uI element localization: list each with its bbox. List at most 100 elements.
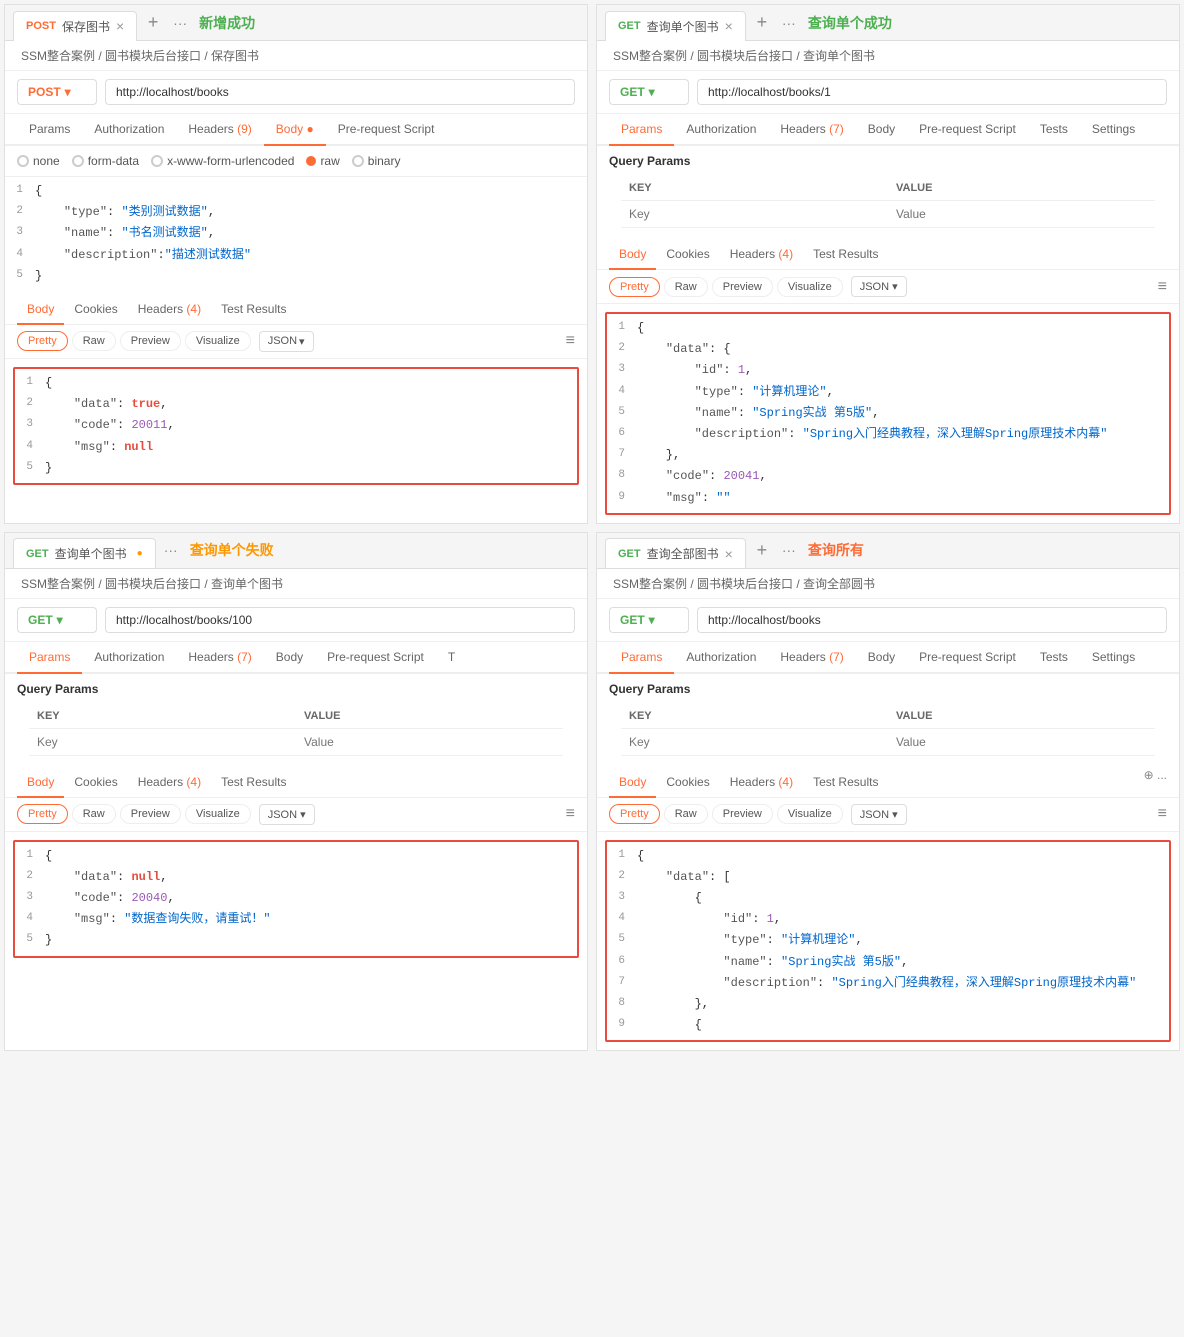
nav-tab-body-tl[interactable]: Body ● [264, 114, 326, 146]
nav-tab-params-br[interactable]: Params [609, 642, 674, 674]
more-tabs-button-br[interactable]: ··· [782, 542, 796, 558]
tab-method-post: POST [26, 20, 56, 32]
fmt-raw-bl[interactable]: Raw [72, 804, 116, 824]
key-input-bl[interactable] [37, 735, 288, 749]
val-input-bl[interactable] [304, 735, 555, 749]
nav-tab-params-tl[interactable]: Params [17, 114, 82, 146]
resp-tab-headers-br[interactable]: Headers (4) [720, 768, 803, 798]
nav-tab-settings-br[interactable]: Settings [1080, 642, 1147, 674]
resp-tab-cookies-tr[interactable]: Cookies [656, 240, 719, 270]
url-input-tr[interactable] [697, 79, 1167, 105]
nav-tab-auth-br[interactable]: Authorization [674, 642, 768, 674]
fmt-pretty-br[interactable]: Pretty [609, 804, 660, 824]
fmt-type-tl[interactable]: JSON ▾ [259, 331, 314, 352]
fmt-raw-tr[interactable]: Raw [664, 277, 708, 297]
fmt-pretty-tl[interactable]: Pretty [17, 331, 68, 351]
tab-get-book-bl[interactable]: GET 查询单个图书 ● [13, 538, 156, 568]
resp-tab-headers-bl[interactable]: Headers (4) [128, 768, 211, 798]
option-form-data[interactable]: form-data [72, 154, 139, 168]
resp-tab-body-tl[interactable]: Body [17, 295, 64, 325]
nav-tab-prereq-tl[interactable]: Pre-request Script [326, 114, 447, 146]
nav-tab-settings-tr[interactable]: Settings [1080, 114, 1147, 146]
format-icon-br[interactable]: ≡ [1158, 805, 1167, 823]
nav-tab-auth-tl[interactable]: Authorization [82, 114, 176, 146]
format-icon-tr[interactable]: ≡ [1158, 278, 1167, 296]
nav-tab-params-tr[interactable]: Params [609, 114, 674, 146]
nav-tab-tests-tr[interactable]: Tests [1028, 114, 1080, 146]
nav-tab-body-bl[interactable]: Body [264, 642, 315, 674]
nav-tab-prereq-bl[interactable]: Pre-request Script [315, 642, 436, 674]
resp-tab-headers-tr[interactable]: Headers (4) [720, 240, 803, 270]
nav-tab-headers-tl[interactable]: Headers (9) [176, 114, 263, 146]
more-tabs-button-tr[interactable]: ··· [782, 15, 796, 31]
resp-tab-body-br[interactable]: Body [609, 768, 656, 798]
nav-tab-body-br[interactable]: Body [856, 642, 907, 674]
method-select-tr[interactable]: GET ▾ [609, 79, 689, 105]
method-select-tl[interactable]: POST ▾ [17, 79, 97, 105]
fmt-type-tr[interactable]: JSON ▾ [851, 276, 907, 297]
fmt-type-br[interactable]: JSON ▾ [851, 804, 907, 825]
nav-tab-params-bl[interactable]: Params [17, 642, 82, 674]
nav-tab-headers-bl[interactable]: Headers (7) [176, 642, 263, 674]
key-input-tr[interactable] [629, 207, 880, 221]
resp-tab-tests-br[interactable]: Test Results [803, 768, 888, 798]
fmt-visualize-tl[interactable]: Visualize [185, 331, 251, 351]
resp-line: 4 "msg": null [15, 437, 577, 458]
key-input-br[interactable] [629, 735, 880, 749]
close-icon-tr[interactable]: × [725, 18, 733, 34]
url-input-br[interactable] [697, 607, 1167, 633]
resp-tab-cookies-tl[interactable]: Cookies [64, 295, 127, 325]
close-icon[interactable]: × [116, 18, 124, 34]
add-tab-button[interactable]: + [141, 11, 165, 35]
resp-tab-headers-tl[interactable]: Headers (4) [128, 295, 211, 325]
method-select-bl[interactable]: GET ▾ [17, 607, 97, 633]
resp-tab-body-bl[interactable]: Body [17, 768, 64, 798]
nav-tab-prereq-br[interactable]: Pre-request Script [907, 642, 1028, 674]
nav-tab-body-tr[interactable]: Body [856, 114, 907, 146]
fmt-visualize-br[interactable]: Visualize [777, 804, 843, 824]
format-icon-tl[interactable]: ≡ [566, 332, 575, 350]
fmt-preview-br[interactable]: Preview [712, 804, 773, 824]
resp-tab-cookies-bl[interactable]: Cookies [64, 768, 127, 798]
add-tab-button-br[interactable]: + [750, 538, 774, 562]
nav-tab-prereq-tr[interactable]: Pre-request Script [907, 114, 1028, 146]
option-raw[interactable]: raw [306, 154, 339, 168]
tab-get-all-books-br[interactable]: GET 查询全部图书 × [605, 538, 746, 568]
nav-tab-auth-bl[interactable]: Authorization [82, 642, 176, 674]
url-input-tl[interactable] [105, 79, 575, 105]
resp-tab-tests-bl[interactable]: Test Results [211, 768, 296, 798]
close-icon-br[interactable]: × [725, 546, 733, 562]
resp-tab-body-tr[interactable]: Body [609, 240, 656, 270]
more-tabs-button-bl[interactable]: ··· [164, 542, 178, 558]
fmt-pretty-tr[interactable]: Pretty [609, 277, 660, 297]
fmt-type-bl[interactable]: JSON ▾ [259, 804, 315, 825]
option-urlencoded[interactable]: x-www-form-urlencoded [151, 154, 294, 168]
tab-post-book[interactable]: POST 保存图书 × [13, 11, 137, 41]
val-input-tr[interactable] [896, 207, 1147, 221]
format-icon-bl[interactable]: ≡ [566, 805, 575, 823]
resp-tab-cookies-br[interactable]: Cookies [656, 768, 719, 798]
fmt-visualize-tr[interactable]: Visualize [777, 277, 843, 297]
fmt-preview-tl[interactable]: Preview [120, 331, 181, 351]
more-tabs-button[interactable]: ··· [173, 15, 187, 31]
nav-tab-t-bl[interactable]: T [436, 642, 467, 674]
tab-get-book-tr[interactable]: GET 查询单个图书 × [605, 11, 746, 41]
fmt-raw-tl[interactable]: Raw [72, 331, 116, 351]
nav-tab-headers-br[interactable]: Headers (7) [768, 642, 855, 674]
nav-tab-tests-br[interactable]: Tests [1028, 642, 1080, 674]
url-input-bl[interactable] [105, 607, 575, 633]
fmt-visualize-bl[interactable]: Visualize [185, 804, 251, 824]
method-select-br[interactable]: GET ▾ [609, 607, 689, 633]
resp-tab-tests-tr[interactable]: Test Results [803, 240, 888, 270]
fmt-preview-bl[interactable]: Preview [120, 804, 181, 824]
fmt-preview-tr[interactable]: Preview [712, 277, 773, 297]
fmt-pretty-bl[interactable]: Pretty [17, 804, 68, 824]
val-input-br[interactable] [896, 735, 1147, 749]
nav-tab-auth-tr[interactable]: Authorization [674, 114, 768, 146]
option-none[interactable]: none [17, 154, 60, 168]
add-tab-button-tr[interactable]: + [750, 11, 774, 35]
resp-tab-tests-tl[interactable]: Test Results [211, 295, 296, 325]
nav-tab-headers-tr[interactable]: Headers (7) [768, 114, 855, 146]
fmt-raw-br[interactable]: Raw [664, 804, 708, 824]
option-binary[interactable]: binary [352, 154, 401, 168]
